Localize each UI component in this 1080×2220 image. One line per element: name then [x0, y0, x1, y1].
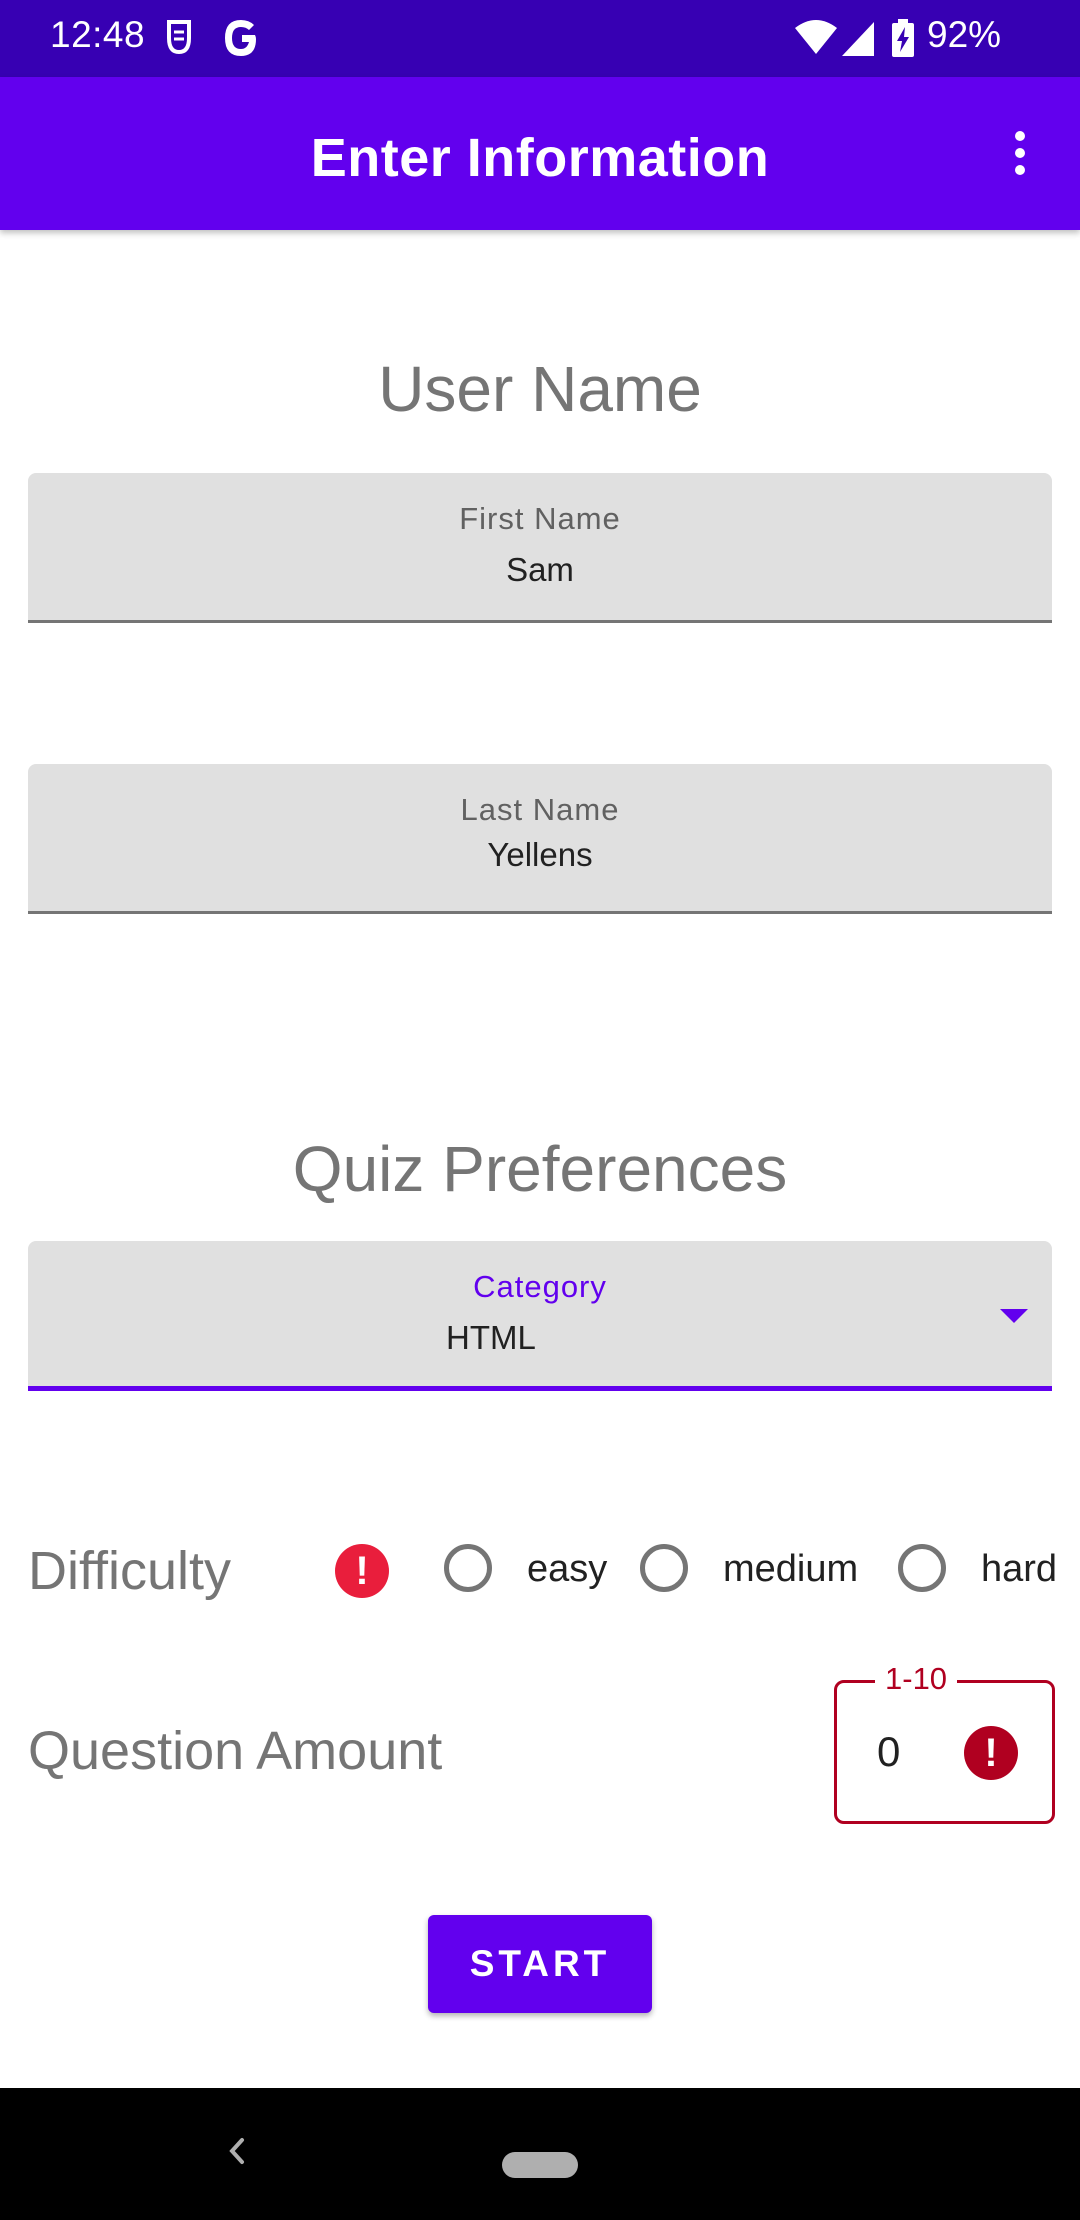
radio-easy-label[interactable]: easy: [527, 1548, 607, 1591]
difficulty-error-icon: !: [335, 1544, 389, 1598]
category-label: Category: [473, 1269, 607, 1304]
battery-percentage: 92%: [927, 14, 1002, 55]
radio-hard-label[interactable]: hard: [981, 1548, 1057, 1591]
last-name-field[interactable]: Last Name Yellens: [28, 764, 1052, 914]
status-bar: 12:48 92%: [0, 0, 1080, 77]
start-button[interactable]: START: [428, 1915, 652, 2013]
question-amount-input[interactable]: 1-10 0 !: [834, 1661, 1055, 1824]
wifi-icon: [793, 14, 839, 62]
app-bar-title: Enter Information: [310, 128, 770, 188]
difficulty-label: Difficulty: [28, 1541, 232, 1601]
question-amount-error-icon: !: [964, 1726, 1018, 1780]
dropdown-arrow-icon[interactable]: [1000, 1309, 1028, 1323]
radio-easy[interactable]: [444, 1544, 492, 1592]
radio-medium-label[interactable]: medium: [723, 1548, 858, 1591]
battery-charging-icon: [890, 14, 916, 62]
last-name-label: Last Name: [460, 792, 620, 827]
first-name-label: First Name: [459, 501, 621, 536]
first-name-value: Sam: [506, 551, 574, 588]
question-amount-label: Question Amount: [28, 1721, 443, 1781]
google-icon: [222, 14, 262, 62]
more-vert-icon[interactable]: [1000, 127, 1040, 183]
radio-hard[interactable]: [898, 1544, 946, 1592]
app-bar: Enter Information: [0, 77, 1080, 230]
back-icon[interactable]: [222, 2128, 252, 2179]
navigation-bar: [0, 2088, 1080, 2220]
last-name-value: Yellens: [487, 836, 593, 873]
first-name-field[interactable]: First Name Sam: [28, 473, 1052, 623]
quiz-preferences-heading: Quiz Preferences: [292, 1133, 788, 1205]
home-pill-icon[interactable]: [502, 2152, 578, 2178]
question-amount-hint: 1-10: [875, 1661, 958, 1697]
signal-icon: [840, 14, 876, 62]
category-dropdown[interactable]: Category HTML: [28, 1241, 1052, 1391]
radio-medium[interactable]: [640, 1544, 688, 1592]
question-amount-value: 0: [877, 1728, 901, 1775]
user-name-heading: User Name: [378, 353, 702, 425]
sim-icon: [162, 14, 196, 62]
status-time: 12:48: [50, 14, 146, 55]
category-value: HTML: [446, 1319, 536, 1356]
